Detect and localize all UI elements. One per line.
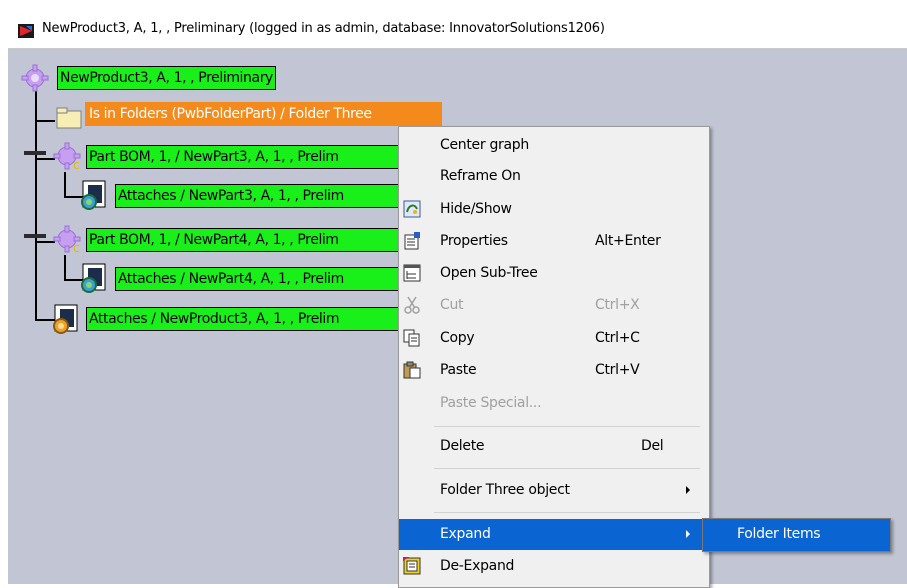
part-gear-icon: c	[53, 142, 81, 172]
menu-separator	[434, 468, 700, 469]
tree-node-root[interactable]: NewProduct3, A, 1, , Preliminary	[57, 66, 276, 90]
menu-item-paste[interactable]: Paste Ctrl+V	[399, 355, 709, 385]
tree-node-label: Attaches / NewProduct3, A, 1, , Prelim	[89, 311, 340, 327]
tree-node-label: Attaches / NewPart4, A, 1, , Prelim	[118, 271, 344, 287]
tree-connector	[64, 172, 66, 197]
menu-item-folder-three-object[interactable]: Folder Three object	[399, 475, 709, 505]
menu-item-label: Center graph	[440, 137, 529, 153]
menu-item-center-graph[interactable]: Center graph	[399, 130, 709, 160]
app-window: NewProduct3, A, 1, , Preliminary (logged…	[0, 0, 907, 588]
tree-node-label: Part BOM, 1, / NewPart3, A, 1, , Prelim	[89, 149, 339, 165]
part-gear-icon: c	[53, 225, 81, 255]
menu-item-copy[interactable]: Copy Ctrl+C	[399, 323, 709, 353]
menu-item-label: Delete	[440, 438, 485, 454]
menu-item-label: Paste	[440, 362, 477, 378]
menu-item-label: Copy	[440, 330, 475, 346]
tree-connector	[35, 120, 55, 122]
submenu-arrow-icon	[686, 530, 690, 538]
tree-node-folders[interactable]: Is in Folders (PwbFolderPart) / Folder T…	[85, 102, 442, 126]
app-icon	[18, 24, 34, 38]
menu-item-label: Hide/Show	[440, 201, 512, 217]
svg-text:c: c	[73, 158, 80, 172]
window-title: NewProduct3, A, 1, , Preliminary (logged…	[42, 21, 605, 36]
expand-submenu: Folder Items	[702, 518, 891, 552]
sub-tree-icon	[403, 264, 421, 282]
menu-item-shortcut: Ctrl+C	[595, 330, 640, 346]
menu-item-label: Folder Three object	[440, 482, 570, 498]
submenu-item-folder-items[interactable]: Folder Items	[737, 519, 821, 549]
tree-node-part-bom[interactable]: Part BOM, 1, / NewPart3, A, 1, , Prelim	[86, 145, 406, 169]
menu-item-hide-show[interactable]: Hide/Show	[399, 194, 709, 224]
tree-node-attaches[interactable]: Attaches / NewPart3, A, 1, , Prelim	[115, 184, 405, 208]
menu-item-label: Paste Special...	[440, 395, 542, 411]
document-gear-icon	[81, 263, 106, 293]
tree-node-label: Is in Folders (PwbFolderPart) / Folder T…	[89, 106, 372, 122]
tree-connector	[35, 88, 37, 320]
tree-node-label: NewProduct3, A, 1, , Preliminary	[60, 70, 273, 86]
menu-item-shortcut: Ctrl+X	[595, 297, 640, 313]
menu-separator	[434, 426, 700, 427]
menu-item-label: De-Expand	[440, 558, 515, 574]
menu-item-properties[interactable]: Properties Alt+Enter	[399, 226, 709, 256]
tree-node-label: Part BOM, 1, / NewPart4, A, 1, , Prelim	[89, 232, 339, 248]
tree-node-part-bom[interactable]: Part BOM, 1, / NewPart4, A, 1, , Prelim	[86, 228, 406, 252]
context-menu: Center graph Reframe On Hide/Show Proper…	[398, 126, 710, 588]
menu-separator	[434, 512, 700, 513]
menu-item-label: Open Sub-Tree	[440, 265, 538, 281]
menu-item-de-expand[interactable]: De-Expand	[399, 551, 709, 581]
tree-node-attaches[interactable]: Attaches / NewProduct3, A, 1, , Prelim	[86, 307, 406, 331]
properties-icon	[404, 232, 420, 250]
menu-item-cut: Cut Ctrl+X	[399, 290, 709, 320]
menu-item-label: Expand	[440, 526, 491, 542]
menu-item-delete[interactable]: Delete Del	[399, 431, 709, 461]
menu-item-shortcut: Del	[641, 438, 664, 454]
menu-item-label: Properties	[440, 233, 508, 249]
menu-item-label: Reframe On	[440, 168, 521, 184]
collapse-handle[interactable]	[24, 234, 46, 238]
menu-item-shortcut: Alt+Enter	[595, 233, 661, 249]
gear-icon	[21, 64, 49, 92]
folder-icon	[56, 107, 82, 129]
tree-connector	[64, 255, 66, 280]
document-gear-icon	[53, 304, 78, 334]
copy-icon	[403, 329, 420, 347]
paste-icon	[403, 361, 421, 379]
menu-item-label: Cut	[440, 297, 464, 313]
menu-item-reframe-on[interactable]: Reframe On	[399, 161, 709, 191]
collapse-handle[interactable]	[24, 151, 46, 155]
submenu-arrow-icon	[686, 486, 690, 494]
de-expand-icon	[403, 557, 421, 575]
menu-item-open-sub-tree[interactable]: Open Sub-Tree	[399, 258, 709, 288]
document-gear-icon	[81, 180, 106, 210]
scissors-icon	[404, 296, 420, 314]
tree-node-label: Attaches / NewPart3, A, 1, , Prelim	[118, 188, 344, 204]
hide-show-icon	[403, 200, 421, 218]
menu-item-paste-special: Paste Special...	[399, 388, 709, 418]
menu-item-shortcut: Ctrl+V	[595, 362, 640, 378]
tree-node-attaches[interactable]: Attaches / NewPart4, A, 1, , Prelim	[115, 267, 405, 291]
menu-item-expand[interactable]: Expand	[399, 519, 709, 550]
svg-text:c: c	[73, 241, 80, 255]
